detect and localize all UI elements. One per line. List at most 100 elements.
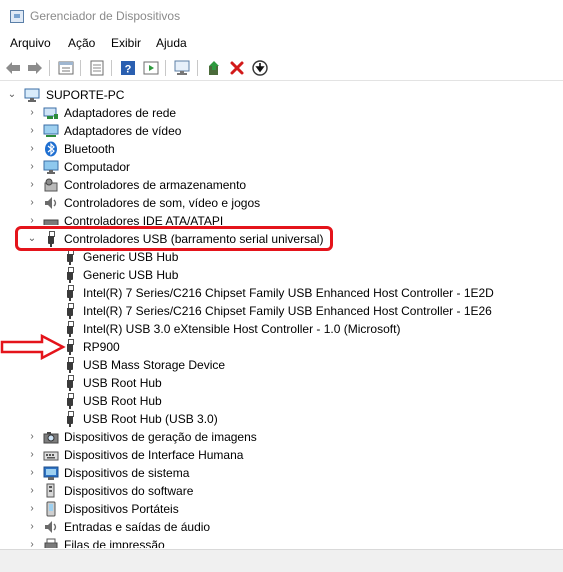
show-hide-icon[interactable] [87, 58, 107, 78]
usb-icon [62, 357, 78, 373]
tree-category[interactable]: › Dispositivos Portáteis [0, 500, 563, 518]
chevron-down-icon[interactable]: ⌄ [26, 233, 38, 245]
toolbar-separator [80, 60, 81, 76]
category-label: Controladores de armazenamento [64, 178, 247, 192]
tree-category[interactable]: › Dispositivos de sistema [0, 464, 563, 482]
tree-category[interactable]: › Entradas e saídas de áudio [0, 518, 563, 536]
chevron-right-icon[interactable]: › [26, 197, 38, 209]
usb-icon [62, 285, 78, 301]
usb-device-row-rp900[interactable]: RP900 [0, 338, 563, 356]
help-icon[interactable]: ? [118, 58, 138, 78]
toolbar-separator [111, 60, 112, 76]
title-bar: Gerenciador de Dispositivos [0, 0, 563, 32]
category-label: Adaptadores de vídeo [64, 124, 182, 138]
window-title: Gerenciador de Dispositivos [30, 9, 181, 23]
chevron-right-icon[interactable]: › [26, 431, 38, 443]
usb-device-row[interactable]: USB Mass Storage Device [0, 356, 563, 374]
tree-category[interactable]: › Dispositivos de geração de imagens [0, 428, 563, 446]
chevron-right-icon[interactable]: › [26, 215, 38, 225]
usb-device-label: Intel(R) 7 Series/C216 Chipset Family US… [83, 304, 492, 318]
tree-category-usb[interactable]: ⌄ Controladores USB (barramento serial u… [0, 230, 563, 248]
usb-icon [62, 267, 78, 283]
usb-device-label: Intel(R) 7 Series/C216 Chipset Family US… [83, 286, 494, 300]
download-icon[interactable] [250, 58, 270, 78]
usb-icon [62, 393, 78, 409]
usb-device-row[interactable]: Intel(R) 7 Series/C216 Chipset Family US… [0, 302, 563, 320]
chevron-right-icon[interactable]: › [26, 521, 38, 533]
usb-category-label: Controladores USB (barramento serial uni… [64, 232, 324, 246]
chevron-right-icon[interactable]: › [26, 467, 38, 479]
chevron-right-icon[interactable]: › [26, 107, 38, 119]
action-pane-icon[interactable] [141, 58, 161, 78]
usb-icon [62, 339, 78, 355]
chevron-right-icon[interactable]: › [26, 179, 38, 191]
usb-device-label: Generic USB Hub [83, 268, 179, 282]
chevron-right-icon[interactable]: › [26, 485, 38, 497]
usb-device-row[interactable]: Intel(R) 7 Series/C216 Chipset Family US… [0, 284, 563, 302]
imaging-icon [43, 429, 59, 445]
usb-device-label: USB Mass Storage Device [83, 358, 226, 372]
usb-device-row[interactable]: USB Root Hub [0, 374, 563, 392]
system-devices-icon [43, 465, 59, 481]
properties-grid-icon[interactable] [56, 58, 76, 78]
computer-icon [24, 87, 40, 103]
category-label: Controladores IDE ATA/ATAPI [64, 214, 224, 225]
bluetooth-icon [43, 141, 59, 157]
device-manager-icon [10, 10, 24, 23]
status-bar [0, 549, 563, 572]
chevron-right-icon[interactable]: › [26, 449, 38, 461]
tree-category[interactable]: › Adaptadores de rede [0, 104, 563, 122]
usb-icon [62, 375, 78, 391]
chevron-right-icon[interactable]: › [26, 143, 38, 155]
usb-device-row[interactable]: USB Root Hub [0, 392, 563, 410]
category-label: Adaptadores de rede [64, 106, 177, 120]
usb-device-row[interactable]: USB Root Hub (USB 3.0) [0, 410, 563, 428]
chevron-right-icon[interactable]: › [26, 503, 38, 515]
tree-category[interactable]: › Controladores de som, vídeo e jogos [0, 194, 563, 212]
ide-icon [43, 213, 59, 225]
scan-hardware-icon[interactable] [172, 58, 192, 78]
menu-ajuda[interactable]: Ajuda [156, 36, 187, 50]
usb-device-label: USB Root Hub [83, 394, 162, 408]
back-icon[interactable] [3, 58, 23, 78]
menu-acao[interactable]: Ação [68, 36, 95, 50]
usb-device-row[interactable]: Intel(R) USB 3.0 eXtensible Host Control… [0, 320, 563, 338]
tree-category[interactable]: › Controladores de armazenamento [0, 176, 563, 194]
menu-arquivo[interactable]: Arquivo [10, 36, 51, 50]
display-adapter-icon [43, 123, 59, 139]
tree-category[interactable]: › Bluetooth [0, 140, 563, 158]
svg-text:?: ? [125, 64, 132, 76]
software-devices-icon [43, 483, 59, 499]
usb-icon [62, 249, 78, 265]
tree-root[interactable]: ⌄ SUPORTE-PC [0, 86, 563, 104]
category-label: Dispositivos de sistema [64, 466, 190, 480]
tree-category[interactable]: › Adaptadores de vídeo [0, 122, 563, 140]
usb-icon [62, 411, 78, 427]
usb-device-row[interactable]: Generic USB Hub [0, 248, 563, 266]
chevron-right-icon[interactable]: › [26, 161, 38, 173]
forward-icon[interactable] [25, 58, 45, 78]
tree-category[interactable]: › Controladores IDE ATA/ATAPI [0, 212, 563, 225]
computer-icon [43, 159, 59, 175]
tree-category[interactable]: › Dispositivos do software [0, 482, 563, 500]
tree-category[interactable]: › Dispositivos de Interface Humana [0, 446, 563, 464]
audio-io-icon [43, 519, 59, 535]
sound-icon [43, 195, 59, 211]
network-adapter-icon [43, 105, 59, 121]
toolbar-separator [49, 60, 50, 76]
chevron-right-icon[interactable]: › [26, 125, 38, 137]
toolbar-separator [165, 60, 166, 76]
usb-icon [62, 321, 78, 337]
usb-device-label: USB Root Hub [83, 376, 162, 390]
chevron-right-icon[interactable]: › [26, 539, 38, 548]
menu-bar: Arquivo Ação Exibir Ajuda [0, 33, 563, 53]
uninstall-icon[interactable] [227, 58, 247, 78]
tree-root-label: SUPORTE-PC [46, 88, 125, 102]
usb-device-row[interactable]: Generic USB Hub [0, 266, 563, 284]
tree-category[interactable]: › Computador [0, 158, 563, 176]
usb-icon [43, 231, 59, 247]
tree-category[interactable]: › Filas de impressão [0, 536, 563, 548]
chevron-down-icon[interactable]: ⌄ [6, 89, 18, 101]
menu-exibir[interactable]: Exibir [111, 36, 141, 50]
update-driver-icon[interactable] [204, 58, 224, 78]
